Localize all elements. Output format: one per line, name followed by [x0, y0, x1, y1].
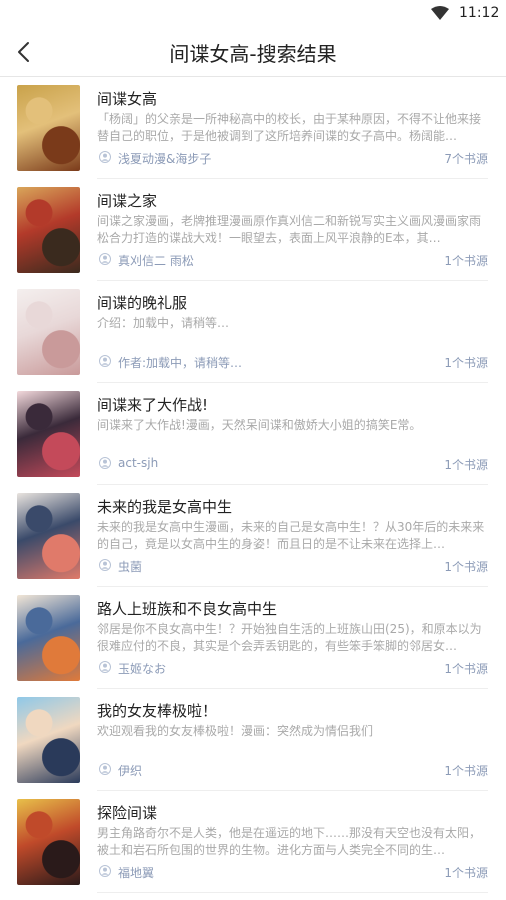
book-title: 间谍的晚礼服: [97, 294, 188, 312]
book-description: 男主角路奇尔不是人类，他是在遥远的地下……那没有天空也没有太阳，被土和岩石所包围…: [97, 826, 482, 857]
book-title: 路人上班族和不良女高中生: [97, 600, 278, 618]
book-title: 间谍之家: [97, 192, 158, 210]
list-item[interactable]: 我的女友棒极啦！ 欢迎观看我的女友棒极啦！漫画：突然成为情侣我们伊织 1个书源: [0, 689, 506, 791]
status-time: 11:12: [459, 5, 500, 21]
book-author: 福地翼: [118, 866, 155, 880]
source-count: 1个书源: [444, 458, 488, 472]
list-item[interactable]: 未来的我是女高中生未来的我是女高中生漫画，未来的自己是女高中生！？从30年后的未…: [0, 485, 506, 587]
book-title: 我的女友棒极啦！: [97, 702, 218, 720]
book-author: 伊织: [118, 764, 143, 778]
book-author: 虫菌: [118, 560, 143, 574]
search-result-list: 间谍女高「杨阔」的父亲是一所神秘高中的校长，由于某种原因，不得不让他来接替自己的…: [0, 77, 506, 893]
book-description: 间谍来了大作战!漫画，天然呆间谍和傲娇大小姐的搞笑E常。: [97, 418, 422, 432]
user-icon: [99, 151, 111, 163]
source-count: 1个书源: [444, 560, 488, 574]
wifi-icon: [431, 6, 449, 20]
book-author: 浅夏动漫&海步子: [118, 152, 212, 166]
book-author: act-sjh: [118, 456, 159, 470]
page-title: 间谍女高-搜索结果: [169, 42, 337, 66]
user-icon: [99, 559, 111, 571]
book-cover-image[interactable]: [17, 595, 80, 681]
source-count: 1个书源: [444, 356, 488, 370]
book-cover-image[interactable]: [17, 187, 80, 273]
book-description: 介绍：加载中，请稍等…: [97, 316, 230, 330]
book-author: 玉姬なお: [118, 662, 167, 676]
status-bar: 11:12: [0, 0, 506, 28]
book-author: 作者:加载中，请稍等…: [118, 356, 243, 370]
book-description: 「杨阔」的父亲是一所神秘高中的校长，由于某种原因，不得不让他来接替自己的职位，于…: [97, 112, 482, 143]
book-description: 未来的我是女高中生漫画，未来的自己是女高中生！？从30年后的未来来的自己，竟是以…: [97, 520, 485, 551]
list-item[interactable]: 间谍的晚礼服介绍：加载中，请稍等… 作者:加载中，请稍等… 1个书源: [0, 281, 506, 383]
divider: [97, 892, 488, 893]
book-title: 间谍来了大作战!: [97, 396, 209, 414]
list-item[interactable]: 探险间谍男主角路奇尔不是人类，他是在遥远的地下……那没有天空也没有太阳，被土和岩…: [0, 791, 506, 893]
list-item[interactable]: 间谍来了大作战! 间谍来了大作战!漫画，天然呆间谍和傲娇大小姐的搞笑E常。 act-…: [0, 383, 506, 485]
book-description: 邻居是你不良女高中生！？开始独自生活的上班族山田(25)，和原本以为很难应付的不…: [97, 622, 482, 653]
book-author: 真刈信二 雨松: [118, 254, 194, 268]
book-cover-image[interactable]: [17, 85, 80, 171]
list-item[interactable]: 路人上班族和不良女高中生邻居是你不良女高中生！？开始独自生活的上班族山田(25)…: [0, 587, 506, 689]
user-icon: [99, 355, 111, 367]
user-icon: [99, 661, 111, 673]
user-icon: [99, 865, 111, 877]
book-title: 未来的我是女高中生: [97, 498, 233, 516]
source-count: 1个书源: [444, 764, 488, 778]
user-icon: [99, 457, 111, 469]
book-cover-image[interactable]: [17, 697, 80, 783]
user-icon: [99, 763, 111, 775]
book-cover-image[interactable]: [17, 289, 80, 375]
list-item[interactable]: 间谍之家间谍之家漫画，老牌推理漫画原作真刈信二和新锐写实主义画风漫画家雨松合力打…: [0, 179, 506, 281]
book-title: 间谍女高: [97, 90, 158, 108]
toolbar: 间谍女高-搜索结果: [0, 28, 506, 77]
book-title: 探险间谍: [97, 804, 158, 822]
book-description: 间谍之家漫画，老牌推理漫画原作真刈信二和新锐写实主义画风漫画家雨松合力打造的谍战…: [97, 214, 482, 245]
source-count: 1个书源: [444, 254, 488, 268]
book-description: 欢迎观看我的女友棒极啦！漫画：突然成为情侣我们: [97, 724, 374, 738]
source-count: 1个书源: [444, 866, 488, 880]
source-count: 1个书源: [444, 662, 488, 676]
book-cover-image[interactable]: [17, 493, 80, 579]
user-icon: [99, 253, 111, 265]
source-count: 7个书源: [444, 152, 488, 166]
list-item[interactable]: 间谍女高「杨阔」的父亲是一所神秘高中的校长，由于某种原因，不得不让他来接替自己的…: [0, 77, 506, 179]
book-cover-image[interactable]: [17, 799, 80, 885]
book-cover-image[interactable]: [17, 391, 80, 477]
